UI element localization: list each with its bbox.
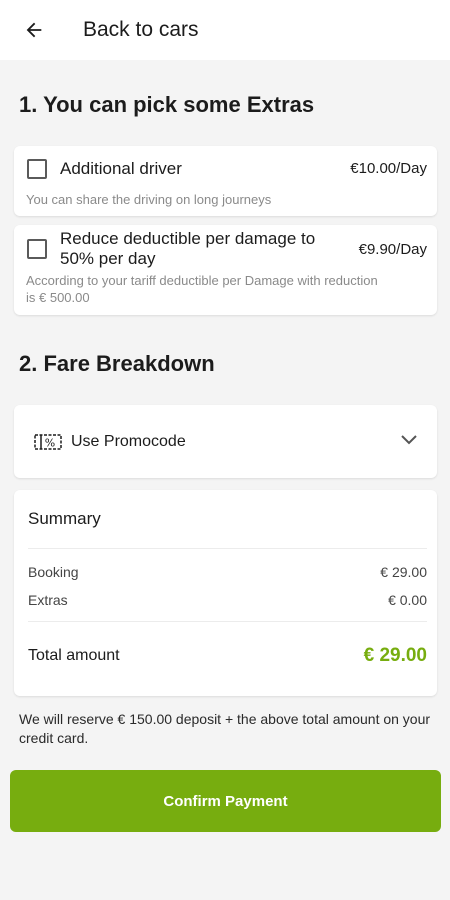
promocode-label: Use Promocode xyxy=(71,432,186,450)
arrow-left-icon xyxy=(26,22,42,38)
summary-row-value: € 0.00 xyxy=(388,592,427,608)
extras-section-title: 1. You can pick some Extras xyxy=(19,92,315,117)
summary-row-booking: Booking € 29.00 xyxy=(28,564,427,580)
svg-text:%: % xyxy=(45,436,55,449)
total-value: € 29.00 xyxy=(363,645,427,666)
additional-driver-checkbox[interactable] xyxy=(27,159,47,179)
chevron-down-icon[interactable] xyxy=(399,433,419,447)
total-row: Total amount € 29.00 xyxy=(28,645,427,667)
extra-title: Reduce deductible per damage to 50% per … xyxy=(60,229,316,268)
extra-description: You can share the driving on long journe… xyxy=(26,192,272,207)
back-to-cars-label[interactable]: Back to cars xyxy=(83,18,199,42)
extra-title: Additional driver xyxy=(60,159,182,178)
extra-item-reduce-deductible[interactable]: Reduce deductible per damage to 50% per … xyxy=(14,225,437,315)
extra-description: According to your tariff deductible per … xyxy=(26,273,378,305)
total-label: Total amount xyxy=(28,647,120,664)
deposit-note: We will reserve € 150.00 deposit + the a… xyxy=(19,711,431,746)
reduce-deductible-checkbox[interactable] xyxy=(27,239,47,259)
divider xyxy=(28,548,427,549)
promocode-row[interactable]: % Use Promocode xyxy=(14,405,437,478)
fare-breakdown-title: 2. Fare Breakdown xyxy=(19,351,215,376)
top-bar: Back to cars xyxy=(0,0,450,60)
divider xyxy=(28,621,427,622)
percent-ticket-icon: % xyxy=(34,433,62,450)
summary-row-label: Booking xyxy=(28,564,79,580)
summary-row-extras: Extras € 0.00 xyxy=(28,592,427,608)
extra-price: €10.00/Day xyxy=(350,160,427,177)
summary-title: Summary xyxy=(28,509,101,528)
summary-row-label: Extras xyxy=(28,592,68,608)
extra-item-additional-driver[interactable]: Additional driver €10.00/Day You can sha… xyxy=(14,146,437,216)
summary-card: Summary Booking € 29.00 Extras € 0.00 To… xyxy=(14,490,437,696)
extra-price: €9.90/Day xyxy=(358,241,427,258)
back-button[interactable] xyxy=(18,14,50,46)
summary-row-value: € 29.00 xyxy=(380,564,427,580)
confirm-payment-button[interactable]: Confirm Payment xyxy=(10,770,441,832)
